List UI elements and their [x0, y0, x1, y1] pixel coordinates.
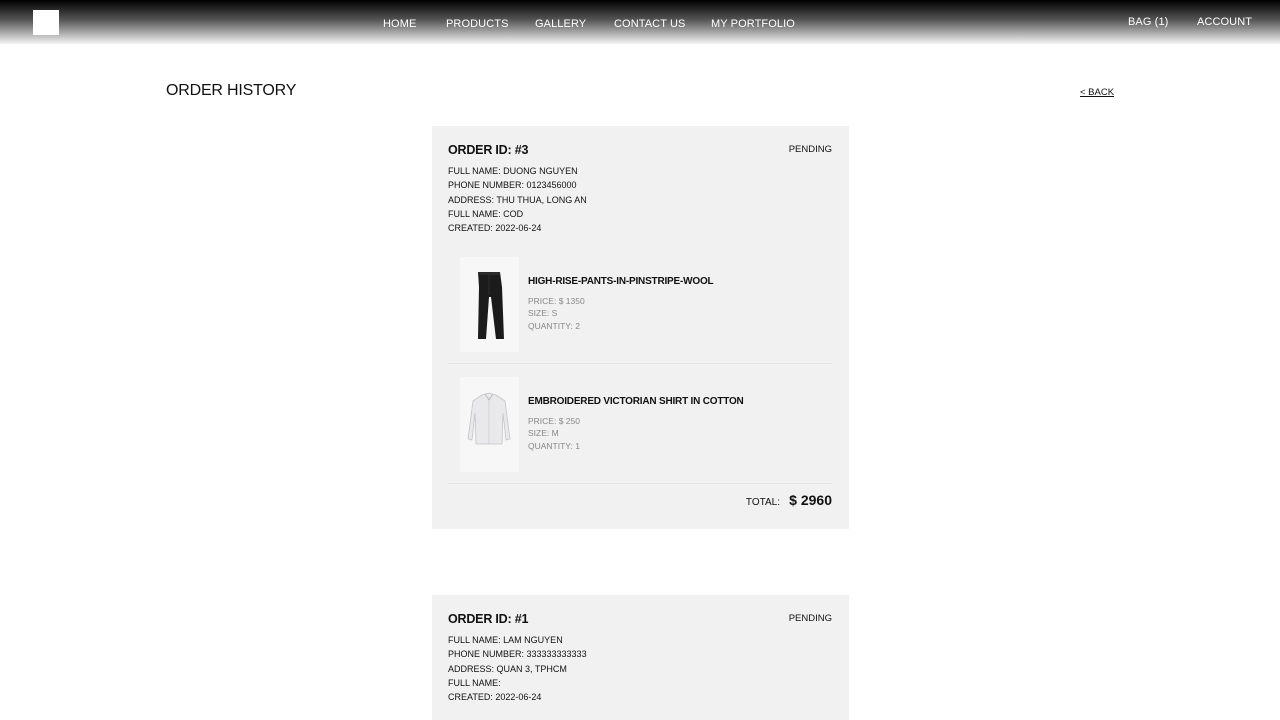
- order-status: PENDING: [788, 613, 832, 624]
- nav-bag-link[interactable]: BAG (1): [1128, 16, 1168, 28]
- top-navigation-bar: HOME PRODUCTS GALLERY CONTACT US MY PORT…: [0, 0, 1280, 44]
- order-address: ADDRESS: QUAN 3, TPHCM: [448, 663, 567, 674]
- total-label: TOTAL:: [745, 497, 780, 509]
- page-title: ORDER HISTORY: [166, 82, 297, 99]
- order-phone: PHONE NUMBER: 0123456000: [448, 180, 577, 191]
- order-created: CREATED: 2022-06-24: [448, 692, 542, 703]
- item-price: PRICE: $ 250: [528, 416, 580, 427]
- nav-products-link[interactable]: PRODUCTS: [446, 18, 509, 30]
- order-status: PENDING: [788, 144, 832, 155]
- pants-product-image[interactable]: [460, 257, 519, 353]
- item-name[interactable]: EMBROIDERED VICTORIAN SHIRT IN COTTON: [528, 396, 744, 407]
- nav-account-link[interactable]: ACCOUNT: [1197, 16, 1252, 28]
- order-payment: FULL NAME:: [448, 677, 501, 688]
- item-size: SIZE: M: [528, 428, 559, 439]
- order-item: EMBROIDERED VICTORIAN SHIRT IN COTTON PR…: [448, 364, 832, 485]
- order-payment: FULL NAME: COD: [448, 208, 524, 219]
- order-full-name: FULL NAME: LAM NGUYEN: [448, 635, 563, 645]
- shirt-product-image[interactable]: [460, 377, 519, 473]
- nav-contact-link[interactable]: CONTACT US: [614, 18, 686, 30]
- order-phone: PHONE NUMBER: 333333333333: [448, 649, 587, 660]
- item-size: SIZE: S: [528, 308, 558, 319]
- nav-gallery-link[interactable]: GALLERY: [535, 18, 586, 30]
- item-quantity: QUANTITY: 1: [528, 441, 580, 452]
- order-header: ORDER ID: #3 PENDING: [448, 143, 832, 157]
- order-total-row: TOTAL: $ 2960: [448, 484, 832, 530]
- item-price: PRICE: $ 1350: [528, 296, 585, 307]
- order-card: ORDER ID: #1 PENDING FULL NAME: LAM NGUY…: [432, 595, 849, 720]
- total-value: $ 2960: [789, 492, 832, 509]
- shirt-icon: [467, 393, 511, 445]
- order-header: ORDER ID: #1 PENDING: [448, 612, 832, 626]
- order-address: ADDRESS: THU THUA, LONG AN: [448, 194, 587, 205]
- nav-portfolio-link[interactable]: MY PORTFOLIO: [711, 18, 795, 30]
- item-name[interactable]: HIGH-RISE-PANTS-IN-PINSTRIPE-WOOL: [528, 276, 714, 287]
- main-nav: HOME PRODUCTS GALLERY CONTACT US MY PORT…: [0, 16, 1280, 32]
- nav-home-link[interactable]: HOME: [383, 18, 416, 30]
- order-item: HIGH-RISE-PANTS-IN-PINSTRIPE-WOOL PRICE:…: [448, 244, 832, 365]
- order-id: ORDER ID: #3: [448, 143, 529, 157]
- item-quantity: QUANTITY: 2: [528, 321, 580, 332]
- back-link[interactable]: < BACK: [1080, 87, 1114, 98]
- order-card: ORDER ID: #3 PENDING FULL NAME: DUONG NG…: [432, 126, 849, 529]
- order-id: ORDER ID: #1: [448, 612, 529, 626]
- pants-icon: [478, 272, 504, 340]
- order-created: CREATED: 2022-06-24: [448, 223, 542, 234]
- order-full-name: FULL NAME: DUONG NGUYEN: [448, 166, 578, 176]
